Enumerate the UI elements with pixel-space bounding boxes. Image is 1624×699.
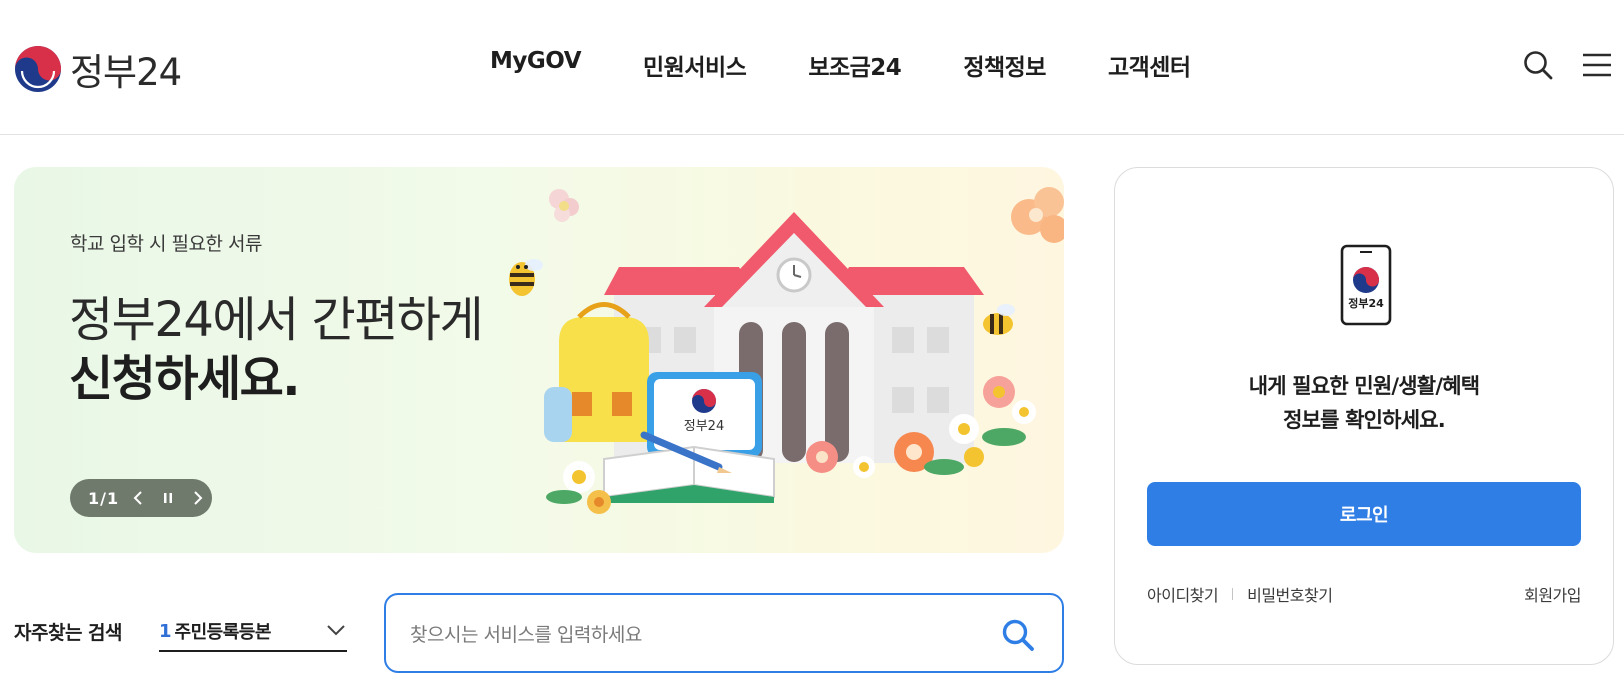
site-header: 정부24 MyGOV 민원서비스 보조금24 정책정보 고객센터 — [0, 0, 1624, 135]
login-button[interactable]: 로그인 — [1147, 482, 1581, 546]
phone-label-text: 정부24 — [1348, 296, 1384, 310]
login-message-line1: 내게 필요한 민원/생활/혜택 — [1248, 374, 1480, 398]
tablet-badge-text: 정부24 — [684, 419, 724, 434]
chevron-right-icon — [194, 491, 203, 505]
promo-banner[interactable]: 학교 입학 시 필요한 서류 정부24에서 간편하게 신청하세요. 1/1 정부… — [14, 167, 1064, 553]
frequent-search-rank: 1 — [159, 620, 172, 642]
taegeuk-logo-icon — [15, 46, 61, 92]
link-divider — [1232, 588, 1234, 600]
banner-counter: 1/1 — [88, 488, 120, 508]
search-submit-icon[interactable] — [1000, 617, 1036, 653]
frequent-search-label: 자주찾는 검색 — [14, 622, 123, 644]
login-card: 정부24 내게 필요한 민원/생활/혜택 정보를 확인하세요. 로그인 아이디찾… — [1114, 167, 1614, 665]
banner-title-line2: 신청하세요. — [69, 351, 301, 407]
service-search-input[interactable] — [410, 617, 970, 653]
service-search-box — [384, 593, 1064, 673]
logo-text: 정부24 — [70, 51, 182, 94]
frequent-search-dropdown[interactable]: 1 주민등록등본 — [159, 612, 347, 652]
school-illustration: 정부24 — [509, 187, 1064, 514]
hamburger-menu-icon[interactable] — [1580, 48, 1614, 82]
chevron-left-icon — [133, 491, 142, 505]
signup-link[interactable]: 회원가입 — [1524, 582, 1581, 606]
frequent-search-value: 주민등록등본 — [174, 622, 272, 643]
nav-subsidy24[interactable]: 보조금24 — [808, 48, 902, 82]
find-password-link[interactable]: 비밀번호찾기 — [1247, 582, 1333, 606]
account-links: 아이디찾기 비밀번호찾기 — [1147, 582, 1333, 606]
backpack-icon — [544, 302, 649, 442]
chevron-down-icon — [327, 625, 345, 636]
bee-left-icon — [509, 259, 543, 296]
banner-controls: 1/1 — [70, 479, 212, 517]
nav-civil-service[interactable]: 민원서비스 — [643, 48, 747, 82]
bee-right-icon — [983, 304, 1015, 335]
find-id-link[interactable]: 아이디찾기 — [1147, 582, 1219, 606]
login-message-line2: 정보를 확인하세요. — [1283, 408, 1446, 432]
banner-next-button[interactable] — [187, 487, 209, 509]
gov24-logo[interactable]: 정부24 — [14, 42, 182, 96]
main-nav: MyGOV 민원서비스 보조금24 정책정보 고객센터 — [490, 48, 1191, 82]
banner-prev-button[interactable] — [127, 487, 149, 509]
pause-icon — [164, 493, 173, 503]
banner-pause-button[interactable] — [157, 487, 179, 509]
nav-customer-center[interactable]: 고객센터 — [1108, 48, 1191, 82]
nav-mygov[interactable]: MyGOV — [490, 48, 582, 82]
mobile-phone-icon: 정부24 — [1340, 244, 1392, 326]
banner-subtitle: 학교 입학 시 필요한 서류 — [70, 233, 262, 255]
search-icon[interactable] — [1521, 48, 1555, 82]
nav-policy-info[interactable]: 정책정보 — [963, 48, 1046, 82]
